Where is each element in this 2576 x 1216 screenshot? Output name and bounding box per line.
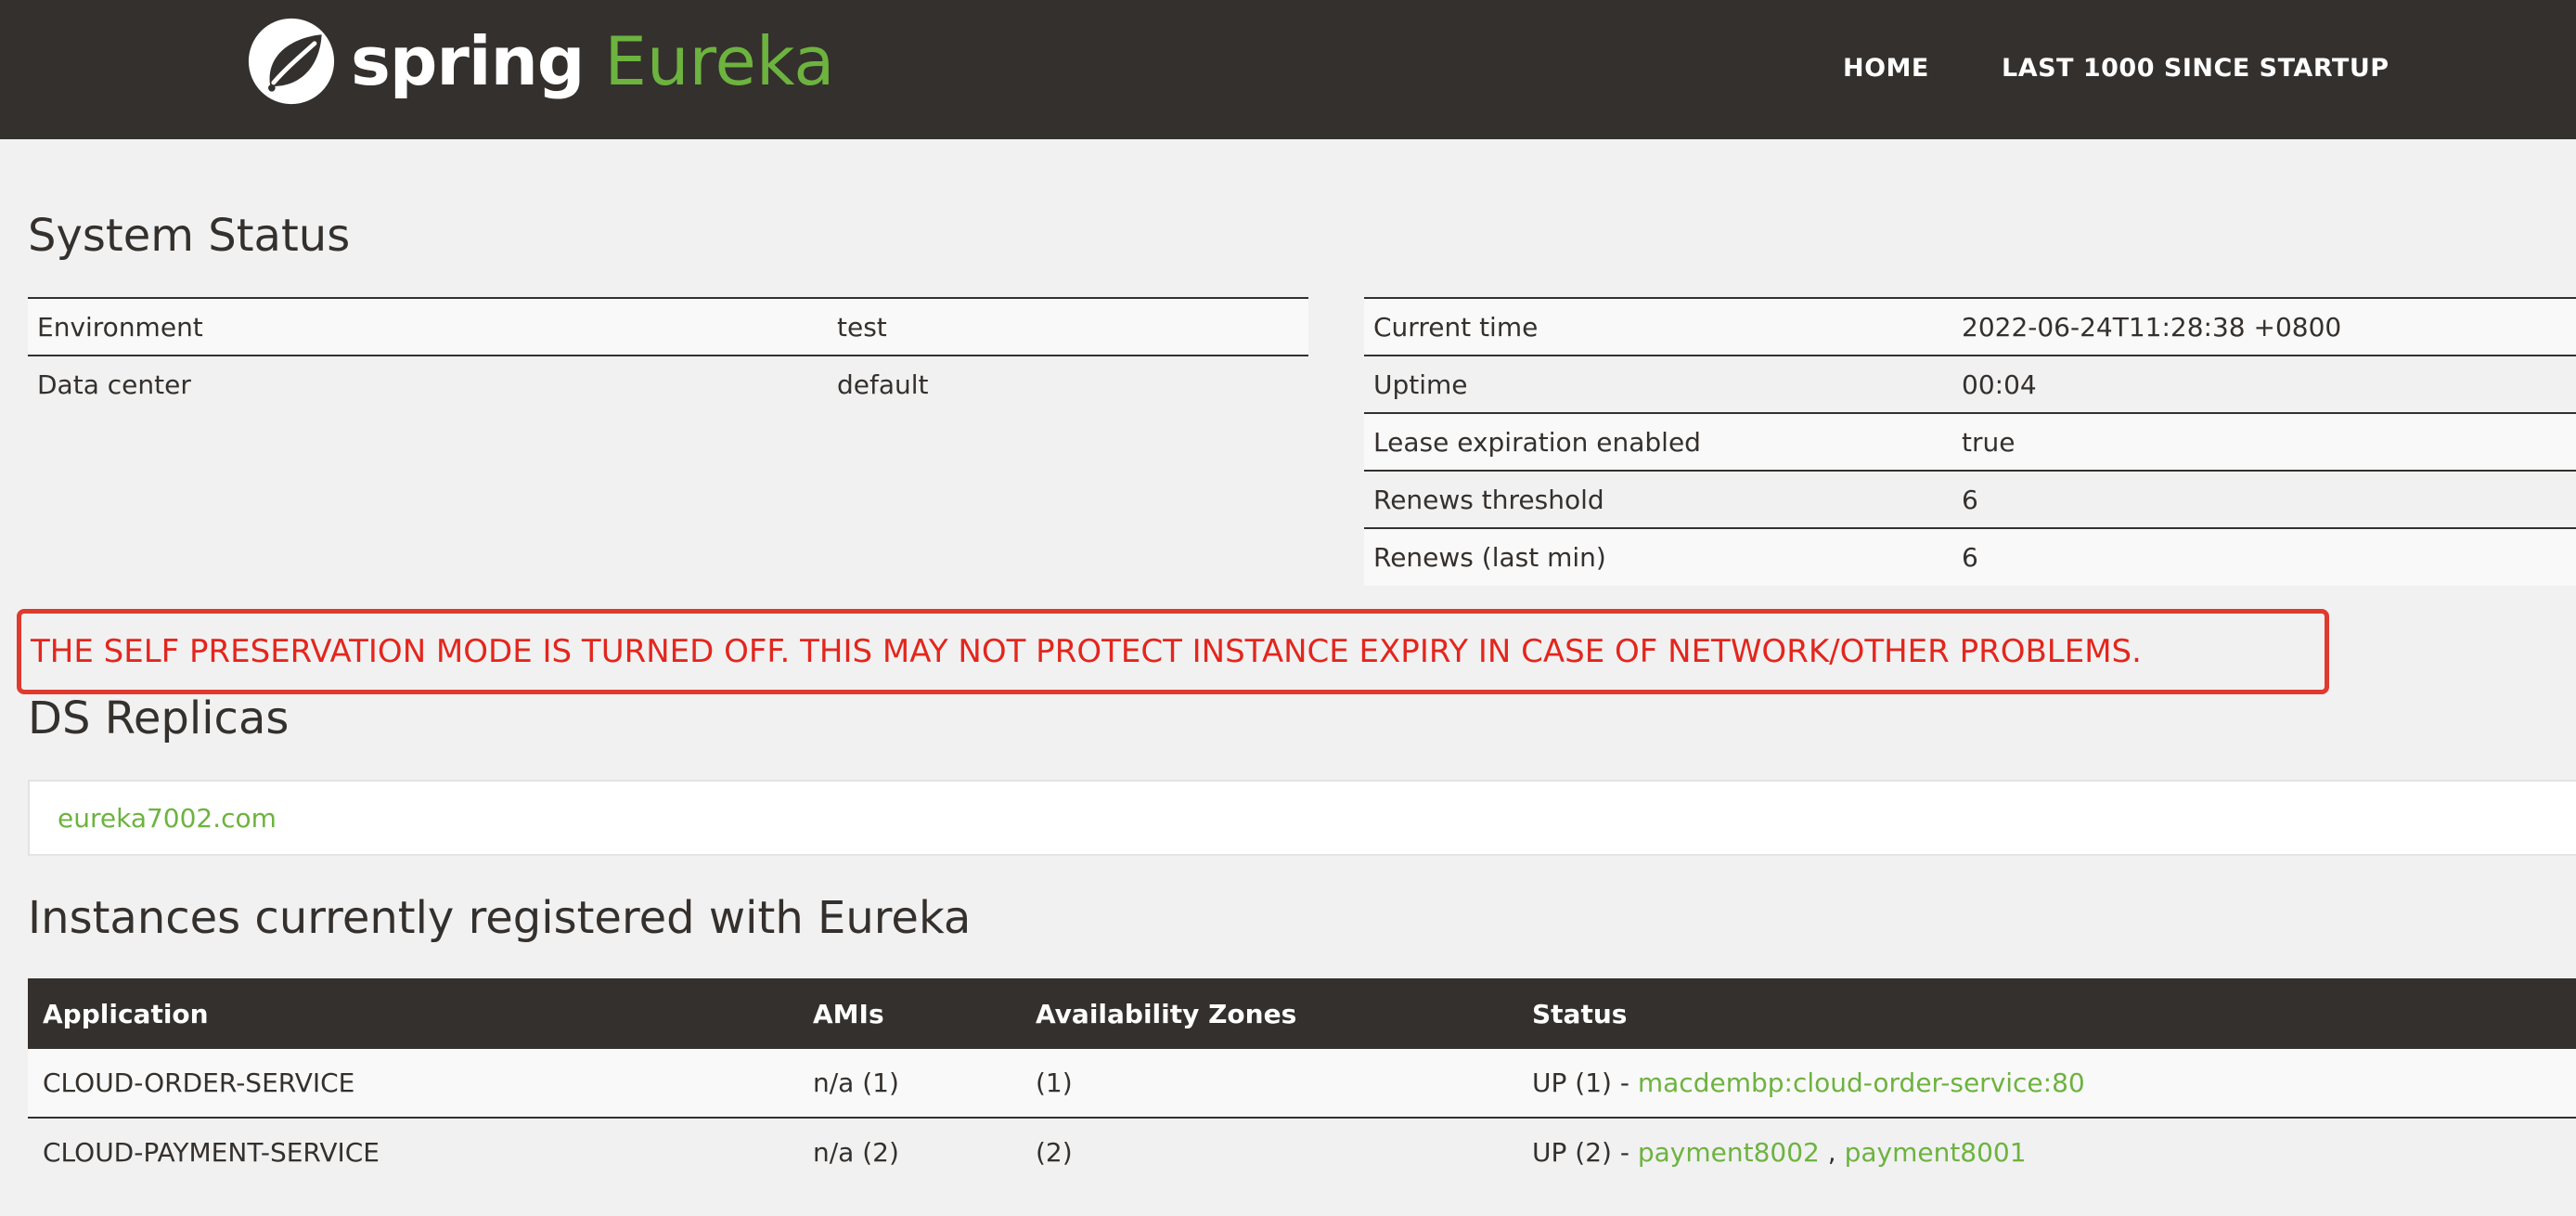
status-row: Environment test [28, 297, 1308, 356]
status-prefix: UP (2) - [1532, 1137, 1638, 1168]
brand-eureka-text: Eureka [604, 22, 835, 100]
replica-link[interactable]: eureka7002.com [58, 803, 277, 834]
status-key: Renews threshold [1364, 470, 1952, 528]
instances-table: Application AMIs Availability Zones Stat… [28, 978, 2576, 1186]
ds-replicas-heading: DS Replicas [28, 692, 290, 744]
zones-value: (2) [1021, 1117, 1517, 1186]
brand-logo-link[interactable]: spring Eureka [247, 15, 834, 108]
application-name: CLOUD-PAYMENT-SERVICE [28, 1117, 798, 1186]
status-value: 6 [1952, 527, 2576, 586]
status-key: Current time [1364, 297, 1952, 356]
status-row: Data center default [28, 355, 1308, 413]
status-row: Renews (last min) 6 [1364, 527, 2576, 586]
status-value: test [828, 297, 1308, 356]
amis-value: n/a (2) [798, 1117, 1021, 1186]
instance-link[interactable]: macdembp:cloud-order-service:80 [1638, 1067, 2085, 1098]
system-status-heading: System Status [28, 210, 351, 262]
nav-last-1000: LAST 1000 SINCE STARTUP [2002, 46, 2389, 89]
amis-value: n/a (1) [813, 1067, 899, 1098]
status-key: Lease expiration enabled [1364, 412, 1952, 471]
system-status-left-table: Environment test Data center default [28, 297, 1308, 413]
status-value: 6 [1952, 470, 2576, 528]
brand-spring-text: spring [351, 22, 585, 100]
column-header-availability-zones: Availability Zones [1036, 998, 1297, 1029]
system-status-right-table: Current time 2022-06-24T11:28:38 +0800 Upt… [1364, 297, 2576, 586]
status-key: Renews (last min) [1364, 527, 1952, 586]
instances-header-row: Application AMIs Availability Zones Stat… [28, 978, 2576, 1049]
instances-heading: Instances currently registered with Eure… [28, 892, 972, 944]
status-key: Environment [28, 297, 828, 356]
status-key: Uptime [1364, 355, 1952, 413]
spring-leaf-icon [248, 18, 335, 105]
nav-home: HOME [1843, 46, 1929, 89]
table-row: CLOUD-PAYMENT-SERVICE n/a (2) (2) UP (2) - … [28, 1117, 2576, 1186]
table-row: CLOUD-ORDER-SERVICE n/a (1) (1) UP (1) - ma… [28, 1049, 2576, 1118]
column-header-amis: AMIs [813, 998, 884, 1029]
link-separator: , [1819, 1137, 1845, 1168]
status-key: Data center [28, 355, 828, 413]
status-cell: UP (1) - macdembp:cloud-order-service:80 [1517, 1049, 2576, 1118]
instance-link[interactable]: payment8001 [1845, 1137, 2027, 1168]
status-row: Renews threshold 6 [1364, 470, 2576, 528]
top-navbar: spring Eureka HOME LAST 1000 SINCE START… [0, 0, 2576, 139]
instance-link[interactable]: payment8002 [1638, 1137, 1820, 1168]
status-row: Current time 2022-06-24T11:28:38 +0800 [1364, 297, 2576, 356]
ds-replicas-list: eureka7002.com [28, 780, 2576, 856]
status-value: true [1952, 412, 2576, 471]
status-cell: UP (2) - payment8002 , payment8001 [1517, 1117, 2576, 1186]
warning-text: THE SELF PRESERVATION MODE IS TURNED OFF… [31, 633, 2142, 670]
column-header-application: Application [43, 998, 209, 1029]
status-value: default [828, 355, 1308, 413]
status-row: Uptime 00:04 [1364, 355, 2576, 413]
application-name: CLOUD-ORDER-SERVICE [43, 1067, 355, 1098]
self-preservation-warning: THE SELF PRESERVATION MODE IS TURNED OFF… [17, 609, 2329, 694]
nav-home-link[interactable]: HOME [1843, 54, 1929, 83]
status-row: Lease expiration enabled true [1364, 412, 2576, 471]
column-header-status: Status [1532, 998, 1628, 1029]
nav-last-1000-link[interactable]: LAST 1000 SINCE STARTUP [2002, 54, 2389, 83]
zones-value: (1) [1036, 1067, 1073, 1098]
status-value: 2022-06-24T11:28:38 +0800 [1952, 297, 2576, 356]
status-value: 00:04 [1952, 355, 2576, 413]
status-prefix: UP (1) - [1532, 1067, 1638, 1098]
